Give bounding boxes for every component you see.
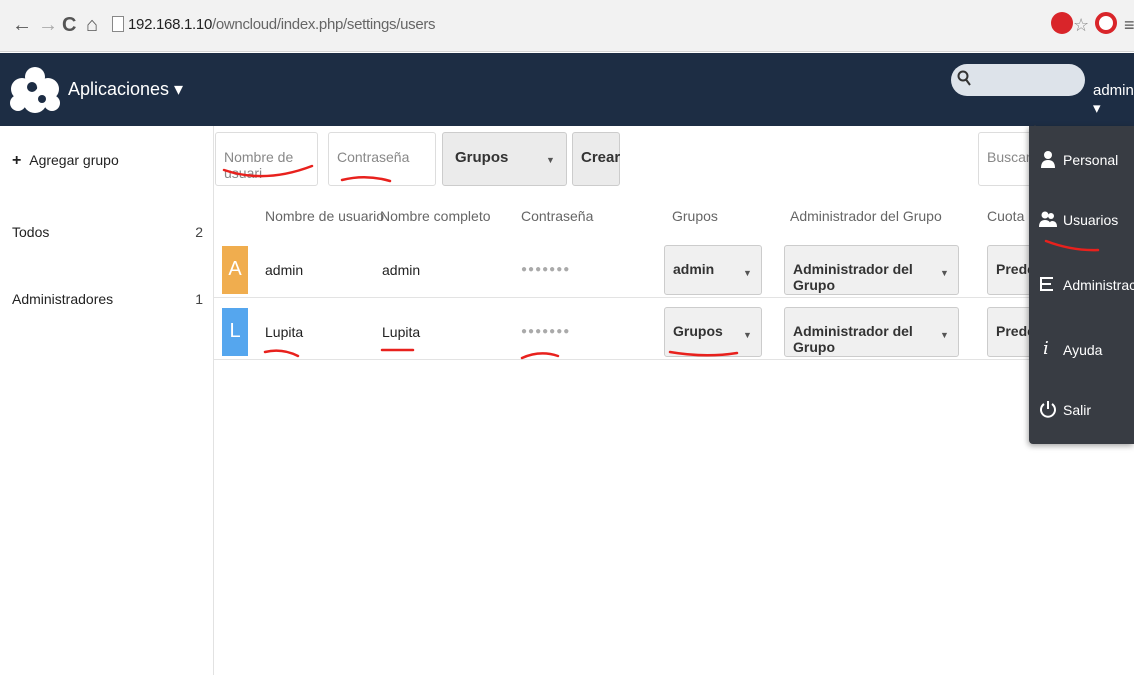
owncloud-logo-icon[interactable] <box>8 65 62 115</box>
page-icon <box>112 16 124 32</box>
groups-select[interactable]: Grupos ▼ <box>442 132 567 186</box>
menu-item-administracion[interactable]: Administración <box>1039 271 1134 301</box>
new-password-input[interactable]: Contraseña <box>328 132 436 186</box>
column-header-group-admin: Administrador del Grupo <box>790 208 942 224</box>
url-path: /owncloud/index.php/settings/users <box>211 16 436 33</box>
create-button[interactable]: Crear <box>572 132 620 186</box>
chevron-down-icon: ▼ <box>940 330 949 340</box>
menu-item-salir[interactable]: Salir <box>1039 396 1134 426</box>
extension-icon[interactable] <box>1051 12 1073 34</box>
home-icon[interactable]: ⌂ <box>86 14 98 36</box>
settings-menu: Personal Usuarios Administración i Ayuda… <box>1029 126 1134 444</box>
column-header-password: Contraseña <box>521 208 594 224</box>
address-bar[interactable]: 192.168.1.10/owncloud/index.php/settings… <box>128 16 436 33</box>
sidebar: + Agregar grupo Todos 2 Administradores … <box>0 126 214 675</box>
info-icon: i <box>1043 338 1049 359</box>
group-admin-select[interactable]: Administrador del Grupo ▼ <box>784 245 959 295</box>
group-admin-select-label: Administrador del Grupo <box>793 323 913 355</box>
groups-select-label: admin <box>673 261 715 277</box>
plus-icon: + <box>12 152 22 169</box>
sidebar-item-label: Todos <box>12 224 50 240</box>
sidebar-item-label: Administradores <box>12 291 114 307</box>
chevron-down-icon: ▼ <box>940 268 949 278</box>
forward-arrow-icon[interactable]: → <box>38 14 58 36</box>
reload-icon[interactable]: C <box>62 14 76 36</box>
search-icon <box>957 70 971 86</box>
groups-select[interactable]: admin ▼ <box>664 245 762 295</box>
table-row: L Lupita Lupita ●●●●●●● Grupos ▼ Adminis… <box>214 304 1047 360</box>
app-header: Aplicaciones ▾ admin ▾ <box>0 53 1134 126</box>
column-header-username: Nombre de usuario <box>265 208 385 224</box>
avatar: L <box>222 308 248 356</box>
chevron-down-icon: ▼ <box>743 268 752 278</box>
browser-toolbar: ← → C ⌂ 192.168.1.10/owncloud/index.php/… <box>0 0 1134 52</box>
menu-item-ayuda[interactable]: i Ayuda <box>1039 336 1134 366</box>
username-cell: Lupita <box>265 324 304 340</box>
power-icon <box>1040 401 1056 418</box>
menu-item-label: Usuarios <box>1063 212 1119 228</box>
menu-item-label: Administración <box>1063 277 1134 293</box>
sidebar-item-administradores[interactable]: Administradores 1 <box>12 291 207 307</box>
table-row: A admin admin ●●●●●●● admin ▼ Administra… <box>214 242 1047 298</box>
add-group-button[interactable]: + Agregar grupo <box>12 152 119 170</box>
admin-list-icon <box>1040 277 1053 291</box>
avatar: A <box>222 246 248 294</box>
fullname-cell[interactable]: Lupita <box>382 324 420 340</box>
sidebar-item-todos[interactable]: Todos 2 <box>12 224 207 240</box>
column-header-quota: Cuota <box>987 208 1025 224</box>
group-admin-select-label: Administrador del Grupo <box>793 261 913 293</box>
group-admin-select[interactable]: Administrador del Grupo ▼ <box>784 307 959 357</box>
menu-item-label: Personal <box>1063 152 1119 168</box>
groups-select-label: Grupos <box>673 323 723 339</box>
menu-item-label: Ayuda <box>1063 342 1103 358</box>
menu-item-personal[interactable]: Personal <box>1039 146 1134 176</box>
bookmark-star-icon[interactable]: ☆ <box>1073 14 1089 36</box>
back-arrow-icon[interactable]: ← <box>12 14 32 36</box>
menu-icon[interactable]: ≡ <box>1124 14 1134 36</box>
chevron-down-icon: ▼ <box>546 155 555 165</box>
menu-item-label: Salir <box>1063 402 1092 418</box>
add-group-label: Agregar grupo <box>29 152 119 168</box>
group-count: 1 <box>195 291 203 307</box>
column-header-fullname: Nombre completo <box>380 208 491 224</box>
new-username-input[interactable]: Nombre de usuari <box>215 132 318 186</box>
groups-select-label: Grupos <box>455 149 509 166</box>
password-cell[interactable]: ●●●●●●● <box>521 326 570 337</box>
groups-select[interactable]: Grupos ▼ <box>664 307 762 357</box>
column-header-groups: Grupos <box>672 208 718 224</box>
password-cell[interactable]: ●●●●●●● <box>521 264 570 275</box>
user-menu[interactable]: admin ▾ <box>1093 82 1134 117</box>
apps-menu[interactable]: Aplicaciones ▾ <box>68 79 183 100</box>
chevron-down-icon: ▼ <box>743 330 752 340</box>
fullname-cell[interactable]: admin <box>382 262 420 278</box>
opera-icon[interactable] <box>1095 12 1117 34</box>
group-count: 2 <box>195 224 203 240</box>
users-icon <box>1039 211 1057 227</box>
person-icon <box>1041 151 1055 168</box>
username-cell: admin <box>265 262 304 278</box>
menu-item-usuarios[interactable]: Usuarios <box>1039 206 1134 236</box>
url-host: 192.168.1.10 <box>128 16 212 33</box>
